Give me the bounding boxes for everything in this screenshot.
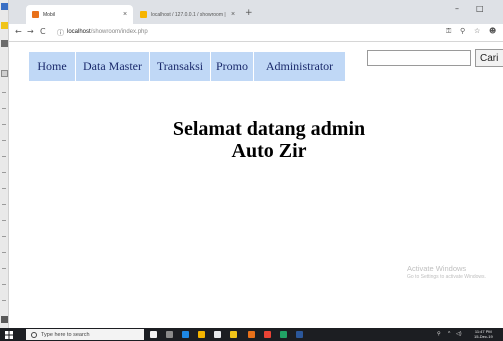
tab-phpmyadmin[interactable]: localhost / 127.0.0.1 / showroom | × xyxy=(136,5,241,24)
browser-title-bar: Mobil × localhost / 127.0.0.1 / showroom… xyxy=(9,0,503,24)
tab-title: localhost / 127.0.0.1 / showroom | xyxy=(151,11,226,18)
new-tab-button[interactable]: + xyxy=(245,8,253,18)
search-button[interactable]: Cari xyxy=(475,49,503,67)
divider xyxy=(2,172,6,173)
windows-start-icon[interactable] xyxy=(5,331,13,339)
tray-chevron-icon[interactable]: ^ xyxy=(448,331,450,337)
chrome-icon[interactable] xyxy=(264,331,271,338)
taskbar-search-box[interactable]: Type here to search xyxy=(26,329,144,340)
key-icon[interactable]: ⚿ xyxy=(446,27,451,36)
divider xyxy=(2,300,6,301)
file-explorer-icon[interactable] xyxy=(198,331,205,338)
phpmyadmin-favicon-icon xyxy=(140,11,147,18)
main-navbar: Home Data Master Transaksi Promo Adminis… xyxy=(29,52,345,81)
divider xyxy=(2,268,6,269)
welcome-line-2: Auto Zir xyxy=(231,140,307,162)
divider xyxy=(2,124,6,125)
divider xyxy=(2,108,6,109)
divider xyxy=(2,188,6,189)
url-host: localhost xyxy=(67,29,91,35)
zoom-icon[interactable]: ⚲ xyxy=(460,27,465,35)
nav-home[interactable]: Home xyxy=(29,52,76,81)
xampp-icon[interactable] xyxy=(248,331,255,338)
nav-data-master[interactable]: Data Master xyxy=(76,52,150,81)
app-icon[interactable] xyxy=(230,331,237,338)
nav-transaksi[interactable]: Transaksi xyxy=(150,52,211,81)
nav-promo[interactable]: Promo xyxy=(211,52,254,81)
word-icon[interactable] xyxy=(296,331,303,338)
app-icon[interactable] xyxy=(1,3,8,10)
address-bar[interactable]: localhost/showroom/index.php xyxy=(67,29,148,35)
task-view-icon[interactable] xyxy=(166,331,173,338)
divider xyxy=(2,204,6,205)
reload-button[interactable]: C xyxy=(40,27,46,36)
taskbar-search-placeholder: Type here to search xyxy=(41,331,90,338)
folder-icon[interactable] xyxy=(1,22,8,29)
divider xyxy=(2,236,6,237)
divider xyxy=(2,220,6,221)
maximize-button[interactable]: □ xyxy=(476,4,484,13)
watermark-subtitle: Go to Settings to activate Windows. xyxy=(407,274,486,280)
divider xyxy=(2,156,6,157)
page-viewport: Home Data Master Transaksi Promo Adminis… xyxy=(9,42,503,328)
microphone-icon[interactable] xyxy=(150,331,157,338)
panel-icon[interactable] xyxy=(1,70,8,77)
info-icon[interactable]: ⓘ xyxy=(57,28,64,38)
watermark-title: Activate Windows xyxy=(407,264,467,273)
edge-icon[interactable] xyxy=(182,331,189,338)
close-tab-icon[interactable]: × xyxy=(229,11,237,18)
tab-mobil[interactable]: Mobil × xyxy=(26,5,133,24)
welcome-heading: Selamat datang admin Auto Zir xyxy=(69,118,469,162)
divider xyxy=(2,284,6,285)
profile-icon[interactable]: ☻ xyxy=(489,27,496,35)
cortana-icon xyxy=(31,331,37,338)
divider xyxy=(2,252,6,253)
people-icon[interactable]: ⚲ xyxy=(437,331,441,337)
bookmark-star-icon[interactable]: ☆ xyxy=(474,27,480,35)
search-input[interactable] xyxy=(367,50,471,66)
nav-administrator[interactable]: Administrator xyxy=(254,52,345,81)
divider xyxy=(2,140,6,141)
url-path: /showroom/index.php xyxy=(90,29,148,35)
background-window-edge xyxy=(0,0,9,328)
close-tab-icon[interactable]: × xyxy=(121,11,129,18)
spreadsheet-icon[interactable] xyxy=(280,331,287,338)
clock-date: 15-Dec-19 xyxy=(474,334,493,339)
windows-taskbar: Type here to search ⚲ ^ ◁) 11:47 PM 15-D… xyxy=(0,328,503,341)
tab-title: Mobil xyxy=(43,11,55,18)
store-icon[interactable] xyxy=(214,331,221,338)
browser-toolbar: ← → C ⓘ localhost/showroom/index.php ⚿ ⚲… xyxy=(9,24,503,42)
system-clock[interactable]: 11:47 PM 15-Dec-19 xyxy=(474,329,493,339)
screen: Mobil × localhost / 127.0.0.1 / showroom… xyxy=(0,0,503,341)
minimize-button[interactable]: – xyxy=(455,4,459,13)
activate-windows-watermark: Activate Windows Go to Settings to activ… xyxy=(407,264,486,280)
welcome-line-1: Selamat datang admin xyxy=(172,118,366,140)
divider xyxy=(2,92,6,93)
app-icon[interactable] xyxy=(1,316,8,323)
file-icon[interactable] xyxy=(1,40,8,47)
forward-button[interactable]: → xyxy=(27,27,34,36)
back-button[interactable]: ← xyxy=(15,27,22,36)
page-favicon-icon xyxy=(32,11,39,18)
volume-icon[interactable]: ◁) xyxy=(456,331,462,337)
